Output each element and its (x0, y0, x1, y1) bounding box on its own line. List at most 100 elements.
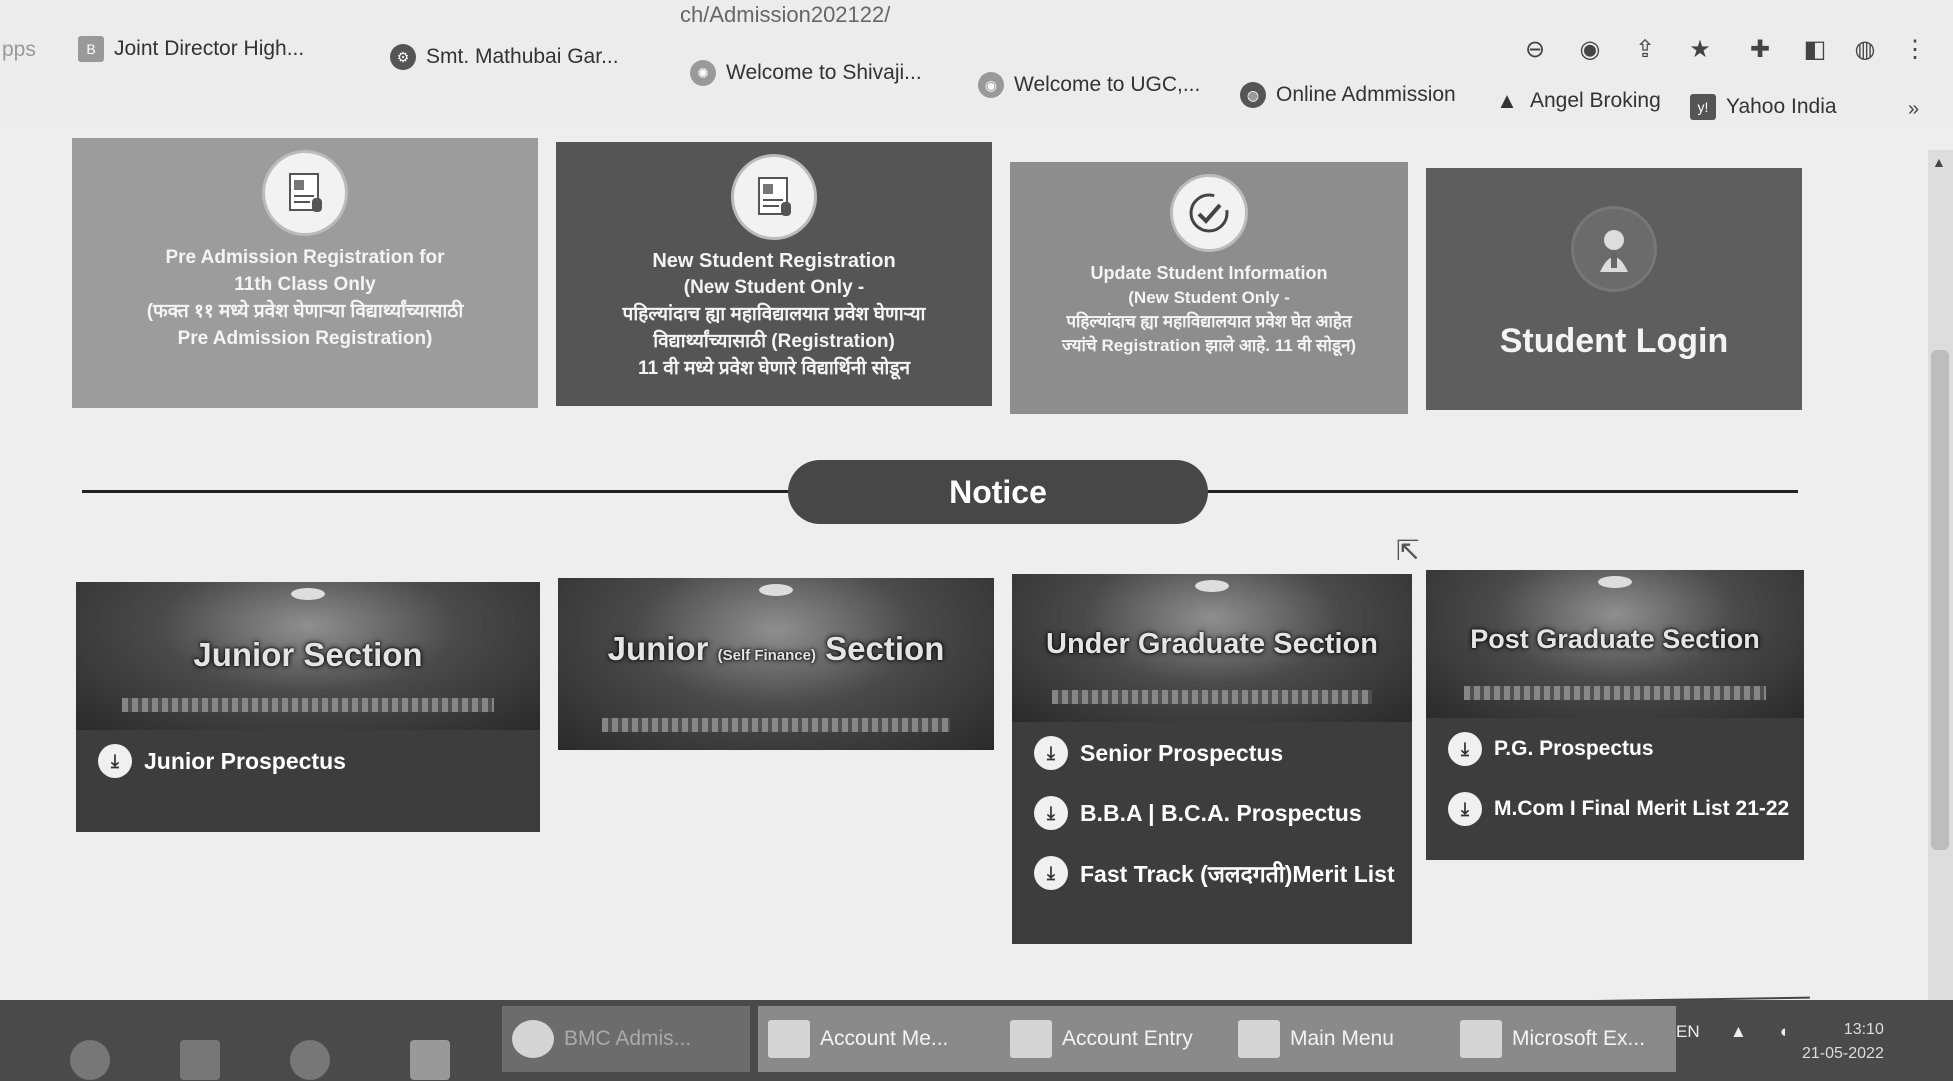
blogger-icon: B (78, 36, 104, 62)
pg-prospectus-link[interactable]: ⤓ P.G. Prospectus (1448, 732, 1782, 766)
student-avatar-icon (1571, 206, 1657, 292)
junior-section-card: Junior Section ⤓ Junior Prospectus (76, 582, 540, 832)
pdf-icon: ⤓ (1448, 732, 1482, 766)
menu-dots-icon[interactable]: ⋮ (1900, 34, 1930, 64)
bookmark-angel-broking[interactable]: ▲ Angel Broking (1494, 88, 1661, 114)
registration-form-icon (731, 154, 817, 240)
stage-floor (601, 718, 951, 732)
section-title: Junior (Self Finance) Section (607, 630, 945, 667)
eye-icon[interactable]: ◉ (1575, 34, 1605, 64)
section-title: Post Graduate Section (1470, 624, 1760, 654)
clock-time: 13:10 (1843, 1021, 1884, 1038)
card-line: 11 वी मध्ये प्रवेश घेणारे विद्यार्थिनी स… (637, 358, 911, 379)
section-banner: Junior (Self Finance) Section (558, 578, 994, 750)
taskbar-account-me[interactable]: Account Me... (758, 1006, 1004, 1072)
spotlight-icon (1598, 576, 1632, 588)
bookmark-joint-director[interactable]: B Joint Director High... (78, 36, 304, 62)
pdf-icon: ⤓ (98, 744, 132, 778)
chrome-icon (512, 1020, 554, 1058)
share-icon[interactable]: ⇪ (1630, 34, 1660, 64)
senior-prospectus-link[interactable]: ⤓ Senior Prospectus (1034, 736, 1390, 770)
new-student-registration-card[interactable]: New Student Registration (New Student On… (556, 142, 992, 406)
app-window-icon (1238, 1020, 1280, 1058)
profile-icon[interactable]: ◍ (1850, 34, 1880, 64)
star-icon[interactable]: ★ (1685, 34, 1715, 64)
card-line: 11th Class Only (234, 274, 376, 295)
zoom-icon[interactable]: ⊖ (1520, 34, 1550, 64)
excel-icon (1460, 1020, 1502, 1058)
spotlight-icon (1195, 580, 1229, 592)
university-logo-icon: ✺ (690, 60, 716, 86)
sidepanel-icon[interactable]: ◧ (1800, 34, 1830, 64)
taskbar-bmc-admis[interactable]: BMC Admis... (502, 1006, 750, 1072)
junior-prospectus-link[interactable]: ⤓ Junior Prospectus (98, 744, 518, 778)
card-line: (New Student Only - (1128, 288, 1290, 307)
card-title: New Student Registration (652, 250, 896, 272)
bookmark-ugc[interactable]: ◉ Welcome to UGC,... (978, 72, 1200, 98)
bookmark-mathubai[interactable]: ⚙ Smt. Mathubai Gar... (390, 44, 619, 70)
scroll-up-arrow-icon[interactable]: ▲ (1932, 154, 1946, 170)
update-student-info-card[interactable]: Update Student Information (New Student … (1010, 162, 1408, 414)
stage-floor (122, 698, 494, 712)
card-line: (New Student Only - (683, 277, 865, 298)
notice-heading: Notice (788, 460, 1208, 524)
mcom-merit-list-link[interactable]: ⤓ M.Com I Final Merit List 21-22 (1448, 792, 1789, 826)
card-line: पहिल्यांदाच ह्या महाविद्यालयात प्रवेश घे… (622, 304, 926, 325)
pdf-icon: ⤓ (1448, 792, 1482, 826)
taskbar-microsoft-excel[interactable]: Microsoft Ex... (1450, 1006, 1676, 1072)
student-login-card[interactable]: Student Login (1426, 168, 1802, 410)
taskbar-account-entry[interactable]: Account Entry (1000, 1006, 1240, 1072)
pre-admission-card[interactable]: Pre Admission Registration for 11th Clas… (72, 138, 538, 408)
spotlight-icon (759, 584, 793, 596)
apps-shortcut[interactable]: pps (2, 38, 36, 62)
card-line: पहिल्यांदाच ह्या महाविद्यालयात प्रवेश घे… (1066, 312, 1352, 331)
volume-icon[interactable]: ◖ (1778, 1022, 1788, 1042)
file-explorer-icon[interactable] (180, 1040, 220, 1080)
section-banner: Post Graduate Section (1426, 570, 1804, 718)
ugc-logo-icon: ◉ (978, 72, 1004, 98)
language-indicator[interactable]: EN (1676, 1022, 1700, 1042)
extensions-icon[interactable]: ✚ (1745, 34, 1775, 64)
taskbar-main-menu[interactable]: Main Menu (1228, 1006, 1454, 1072)
student-login-label: Student Login (1499, 322, 1729, 360)
angel-logo-icon: ▲ (1496, 88, 1518, 113)
bookmark-shivaji[interactable]: ✺ Welcome to Shivaji... (690, 60, 922, 86)
clock-date: 21-05-2022 (1802, 1045, 1884, 1062)
tray-chevron-icon[interactable]: ▲ (1730, 1022, 1747, 1042)
junior-self-finance-section-card: Junior (Self Finance) Section (558, 578, 994, 750)
yahoo-icon: y! (1690, 94, 1716, 120)
card-line: विद्यार्थ्यांच्यासाठी (Registration) (653, 331, 895, 352)
card-line: (फक्त ११ मध्ये प्रवेश घेणाऱ्या विद्यार्थ… (146, 301, 464, 322)
scrollbar-thumb[interactable] (1931, 350, 1949, 850)
card-title: Update Student Information (1090, 263, 1328, 283)
section-title: Junior Section (193, 636, 423, 673)
card-line: ज्यांचे Registration झाले आहे. 11 वी सोड… (1061, 336, 1357, 355)
section-title: Under Graduate Section (1046, 628, 1378, 660)
app-window-icon (1010, 1020, 1052, 1058)
system-clock[interactable]: 13:10 21-05-2022 (1802, 1018, 1884, 1066)
section-banner: Junior Section (76, 582, 540, 730)
update-check-icon (1170, 174, 1248, 252)
fast-track-merit-list-link[interactable]: ⤓ Fast Track (जलदगती)Merit List (1034, 856, 1395, 890)
globe-icon: ◍ (1240, 82, 1266, 108)
app-pinned-icon[interactable] (410, 1040, 450, 1080)
bba-bca-prospectus-link[interactable]: ⤓ B.B.A | B.C.A. Prospectus (1034, 796, 1390, 830)
bookmark-yahoo[interactable]: y! Yahoo India (1690, 94, 1837, 120)
browser-pinned-icon[interactable] (290, 1040, 330, 1080)
spotlight-icon (291, 588, 325, 600)
bookmarks-overflow-icon[interactable]: » (1908, 98, 1919, 121)
pdf-icon: ⤓ (1034, 736, 1068, 770)
page-content: Pre Admission Registration for 11th Clas… (0, 122, 1953, 1002)
app-window-icon (768, 1020, 810, 1058)
start-button-icon[interactable] (70, 1040, 110, 1080)
bookmark-online-admission[interactable]: ◍ Online Admmission (1240, 82, 1456, 108)
pdf-icon: ⤓ (1034, 796, 1068, 830)
section-banner: Under Graduate Section (1012, 574, 1412, 722)
registration-form-icon (262, 150, 348, 236)
url-fragment[interactable]: ch/Admission202122/ (680, 2, 890, 28)
mouse-cursor-icon: ⇱ (1396, 535, 1420, 566)
card-line: Pre Admission Registration for (165, 247, 445, 268)
windows-taskbar: BMC Admis... Account Me... Account Entry… (0, 1000, 1953, 1081)
pdf-icon: ⤓ (1034, 856, 1068, 890)
stage-floor (1052, 690, 1372, 704)
